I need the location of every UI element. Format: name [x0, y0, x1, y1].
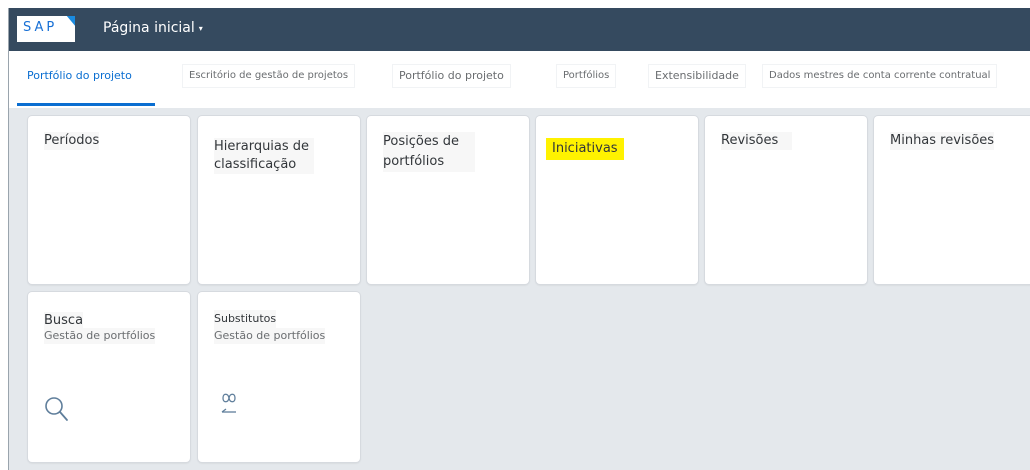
shell-title-text: Página inicial [103, 20, 195, 36]
tile-periodos[interactable]: Períodos [28, 116, 190, 284]
home-page-menu[interactable]: Página inicial ▾ [103, 20, 203, 36]
tile-substitutos[interactable]: Substitutos Gestão de portfólios [198, 292, 360, 462]
tab-dados-mestres-conta-corrente[interactable]: Dados mestres de conta corrente contratu… [763, 65, 997, 87]
tile-title: Minhas revisões [890, 132, 995, 150]
sap-logo[interactable]: SAP [17, 16, 75, 42]
tile-title-highlighted: Iniciativas [546, 138, 624, 160]
tab-portfolios[interactable]: Portfólios [557, 65, 616, 87]
tile-minhas-revisoes[interactable]: Minhas revisões [874, 116, 1030, 284]
tile-title: Revisões [721, 132, 793, 150]
tab-escritorio-gestao-projetos[interactable]: Escritório de gestão de projetos [183, 65, 355, 87]
search-icon [45, 397, 68, 421]
tile-subtitle: Gestão de portfólios [44, 328, 156, 344]
tile-hierarquias-classificacao[interactable]: Hierarquias de classificação [198, 116, 360, 284]
tile-subtitle: Gestão de portfólios [214, 328, 326, 344]
group-tab-bar: Portfólio do projeto Escritório de gestã… [9, 51, 1030, 108]
tab-extensibilidade[interactable]: Extensibilidade [649, 65, 745, 87]
sap-logo-text: SAP [23, 20, 58, 35]
tile-title: Posições de portfólios [383, 132, 475, 172]
tile-iniciativas[interactable]: Iniciativas [536, 116, 698, 284]
shell-bar: SAP Página inicial ▾ [9, 8, 1030, 51]
tile-title: Substitutos [214, 310, 277, 328]
active-tab-indicator [17, 103, 155, 106]
tile-posicoes-portfolios[interactable]: Posições de portfólios [367, 116, 529, 284]
substitute-icon [221, 393, 236, 413]
tile-busca[interactable]: Busca Gestão de portfólios [28, 292, 190, 462]
chevron-down-icon: ▾ [198, 23, 203, 33]
logo-corner-shape [66, 16, 75, 27]
tile-title: Hierarquias de classificação [214, 138, 314, 174]
launchpad-frame: SAP Página inicial ▾ Portfólio do projeto… [8, 8, 1030, 470]
tile-title: Períodos [44, 132, 100, 150]
tile-revisoes[interactable]: Revisões [705, 116, 867, 284]
tab-portfolio-do-projeto-2[interactable]: Portfólio do projeto [393, 65, 510, 87]
tab-portfolio-do-projeto[interactable]: Portfólio do projeto [21, 65, 138, 87]
